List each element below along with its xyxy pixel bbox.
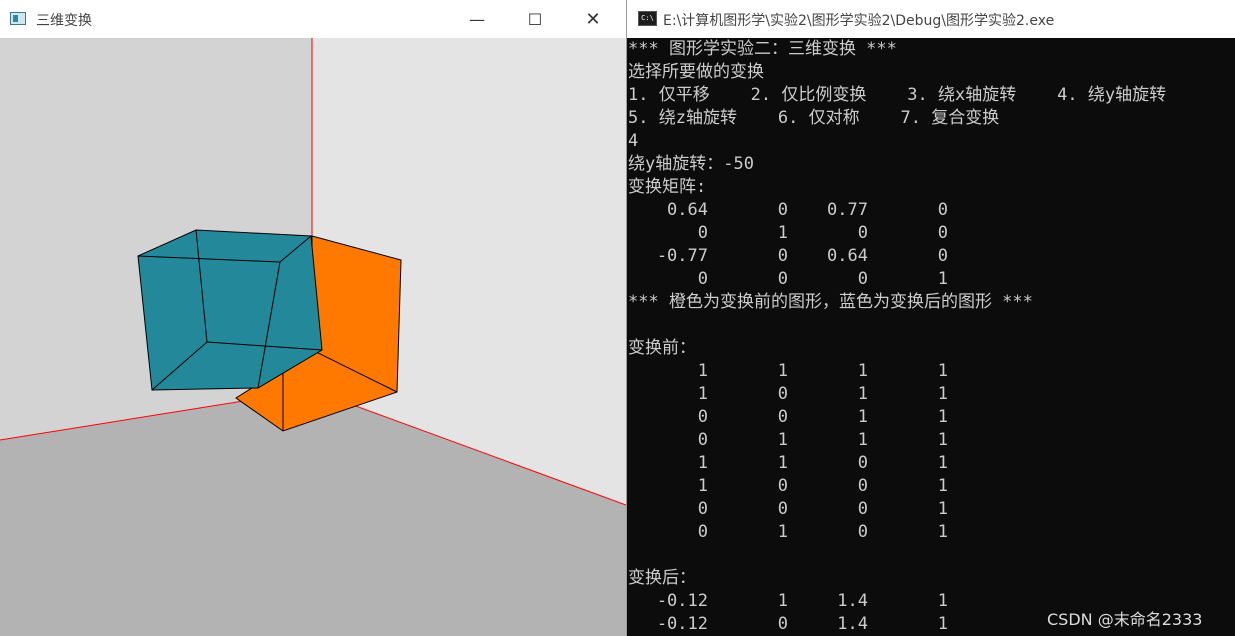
console-line: 1. 仅平移 2. 仅比例变换 3. 绕x轴旋转 4. 绕y轴旋转 bbox=[628, 85, 1167, 105]
gl-title-bar[interactable]: 三维变换 — ☐ ✕ bbox=[0, 0, 626, 38]
matrix-cell: 1 bbox=[777, 522, 788, 542]
matrix-cell: 1 bbox=[937, 384, 948, 404]
vertex-row: 0 0 0 1 bbox=[628, 498, 1234, 521]
matrix-row: 0 0 0 1 bbox=[628, 268, 1234, 291]
matrix-cell: 0 bbox=[857, 499, 868, 519]
matrix-cell: 1 bbox=[937, 522, 948, 542]
matrix-cell: 0 bbox=[857, 522, 868, 542]
app-window-icon bbox=[10, 12, 26, 25]
vertex-row: 0 1 1 1 bbox=[628, 429, 1234, 452]
matrix-cell: 0 bbox=[697, 499, 708, 519]
matrix-cell: 0 bbox=[697, 407, 708, 427]
close-button[interactable]: ✕ bbox=[564, 0, 622, 38]
matrix-cell: 0 bbox=[857, 476, 868, 496]
after-label: 变换后： bbox=[628, 568, 696, 588]
matrix-cell: 0 bbox=[857, 453, 868, 473]
matrix-cell: 1 bbox=[937, 269, 948, 289]
before-label: 变换前： bbox=[628, 338, 696, 358]
matrix-cell: -0.12 bbox=[656, 614, 708, 634]
vertex-row: 1 0 0 1 bbox=[628, 475, 1234, 498]
vertex-row: 1 1 1 1 bbox=[628, 360, 1234, 383]
console-window-title: E:\计算机图形学\实验2\图形学实验2\Debug\图形学实验2.exe bbox=[663, 13, 1055, 29]
matrix-cell: 0 bbox=[937, 223, 948, 243]
matrix-cell: 1 bbox=[937, 453, 948, 473]
matrix-row: -0.77 0 0.64 0 bbox=[628, 245, 1234, 268]
watermark: CSDN @末命名2333 bbox=[1047, 610, 1203, 629]
matrix-cell: 0 bbox=[697, 269, 708, 289]
console-line: 5. 绕z轴旋转 6. 仅对称 7. 复合变换 bbox=[628, 108, 1000, 128]
matrix-cell: 0 bbox=[697, 522, 708, 542]
vertex-row: 1 1 0 1 bbox=[628, 452, 1234, 475]
matrix-cell: 1 bbox=[937, 614, 948, 634]
matrix-cell: 1 bbox=[697, 384, 708, 404]
console-app-icon: C:\ bbox=[638, 11, 657, 26]
matrix-cell: 0 bbox=[857, 223, 868, 243]
matrix-cell: -0.77 bbox=[656, 246, 708, 266]
matrix-cell: 0 bbox=[777, 200, 788, 220]
matrix-cell: 0.77 bbox=[827, 200, 868, 220]
matrix-cell: 1 bbox=[937, 591, 948, 611]
matrix-cell: 1 bbox=[777, 430, 788, 450]
matrix-cell: 1 bbox=[857, 361, 868, 381]
console-line: 4 bbox=[628, 131, 639, 151]
matrix-cell: 0 bbox=[777, 246, 788, 266]
matrix-cell: 0 bbox=[777, 407, 788, 427]
console-output[interactable]: *** 图形学实验二：三维变换 *** 选择所要做的变换 1. 仅平移 2. 仅比例… bbox=[628, 38, 1234, 636]
matrix-cell: 1.4 bbox=[837, 614, 868, 634]
console-line: 选择所要做的变换 bbox=[628, 62, 764, 82]
matrix-cell: 0 bbox=[777, 499, 788, 519]
matrix-cell: -0.12 bbox=[656, 591, 708, 611]
matrix-cell: 0 bbox=[857, 269, 868, 289]
gl-window: 三维变换 — ☐ ✕ bbox=[0, 0, 627, 636]
matrix-cell: 0 bbox=[937, 200, 948, 220]
matrix-cell: 1 bbox=[697, 453, 708, 473]
vertex-row: 1 0 1 1 bbox=[628, 383, 1234, 406]
matrix-cell: 0.64 bbox=[827, 246, 868, 266]
transformed-cube bbox=[137, 229, 323, 391]
matrix-row: 0.64 0 0.77 0 bbox=[628, 199, 1234, 222]
matrix-cell: 0 bbox=[777, 269, 788, 289]
matrix-cell: 1 bbox=[697, 361, 708, 381]
matrix-cell: 1 bbox=[777, 453, 788, 473]
console-line: *** 图形学实验二：三维变换 *** bbox=[628, 39, 897, 59]
matrix-cell: 0 bbox=[777, 384, 788, 404]
matrix-cell: 1 bbox=[937, 476, 948, 496]
console-title-bar[interactable]: C:\ E:\计算机图形学\实验2\图形学实验2\Debug\图形学实验2.ex… bbox=[627, 0, 1235, 38]
before-vertices: 1 1 1 1 1 0 1 1 0 0 1 1 0 1 1 1 1 1 0 1 1 0 0 1 0 0 0 1 0 1 0 1 bbox=[628, 360, 1234, 544]
matrix-cell: 1 bbox=[777, 361, 788, 381]
gl-window-title: 三维变换 bbox=[36, 13, 92, 29]
matrix-row: 0 1 0 0 bbox=[628, 222, 1234, 245]
3d-scene-canvas bbox=[0, 38, 626, 636]
minimize-button[interactable]: — bbox=[448, 0, 506, 38]
console-window: C:\ E:\计算机图形学\实验2\图形学实验2\Debug\图形学实验2.ex… bbox=[627, 0, 1235, 636]
matrix-cell: 0 bbox=[697, 223, 708, 243]
matrix-cell: 1 bbox=[857, 407, 868, 427]
matrix-cell: 1 bbox=[777, 591, 788, 611]
console-header-lines: *** 图形学实验二：三维变换 *** 选择所要做的变换 1. 仅平移 2. 仅比例… bbox=[628, 38, 1234, 199]
note-line: *** 橙色为变换前的图形，蓝色为变换后的图形 *** bbox=[628, 292, 1033, 312]
matrix-cell: 1.4 bbox=[837, 591, 868, 611]
matrix-cell: 1 bbox=[937, 361, 948, 381]
matrix-cell: 0.64 bbox=[667, 200, 708, 220]
matrix-cell: 0 bbox=[697, 430, 708, 450]
matrix-cell: 1 bbox=[857, 430, 868, 450]
vertex-row: 0 1 0 1 bbox=[628, 521, 1234, 544]
maximize-button[interactable]: ☐ bbox=[506, 0, 564, 38]
transform-matrix: 0.64 0 0.77 0 0 1 0 0 -0.77 0 0.64 0 0 0 0 1 bbox=[628, 199, 1234, 291]
matrix-cell: 1 bbox=[937, 430, 948, 450]
console-line: 变换矩阵: bbox=[628, 177, 707, 197]
console-line: 绕y轴旋转：-50 bbox=[628, 154, 754, 174]
vertex-row: 0 0 1 1 bbox=[628, 406, 1234, 429]
matrix-cell: 1 bbox=[937, 499, 948, 519]
matrix-cell: 0 bbox=[937, 246, 948, 266]
matrix-cell: 1 bbox=[777, 223, 788, 243]
matrix-cell: 0 bbox=[777, 614, 788, 634]
matrix-cell: 0 bbox=[777, 476, 788, 496]
matrix-cell: 1 bbox=[697, 476, 708, 496]
matrix-cell: 1 bbox=[857, 384, 868, 404]
matrix-cell: 1 bbox=[937, 407, 948, 427]
